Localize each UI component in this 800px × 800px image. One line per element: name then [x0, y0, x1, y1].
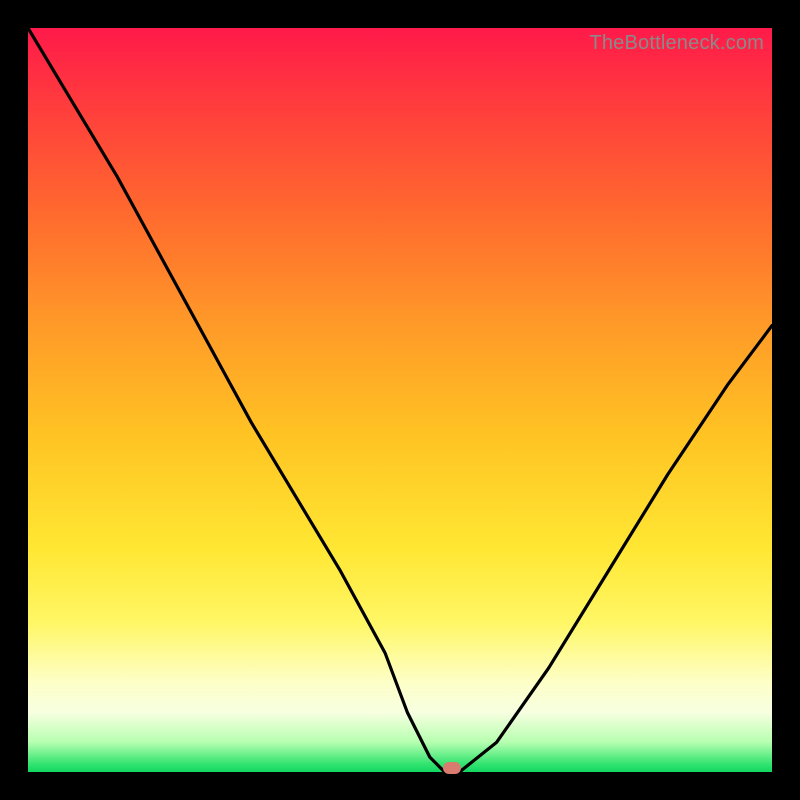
chart-frame: TheBottleneck.com [0, 0, 800, 800]
plot-area: TheBottleneck.com [28, 28, 772, 772]
bottleneck-curve [28, 28, 772, 772]
optimum-marker [443, 762, 461, 774]
